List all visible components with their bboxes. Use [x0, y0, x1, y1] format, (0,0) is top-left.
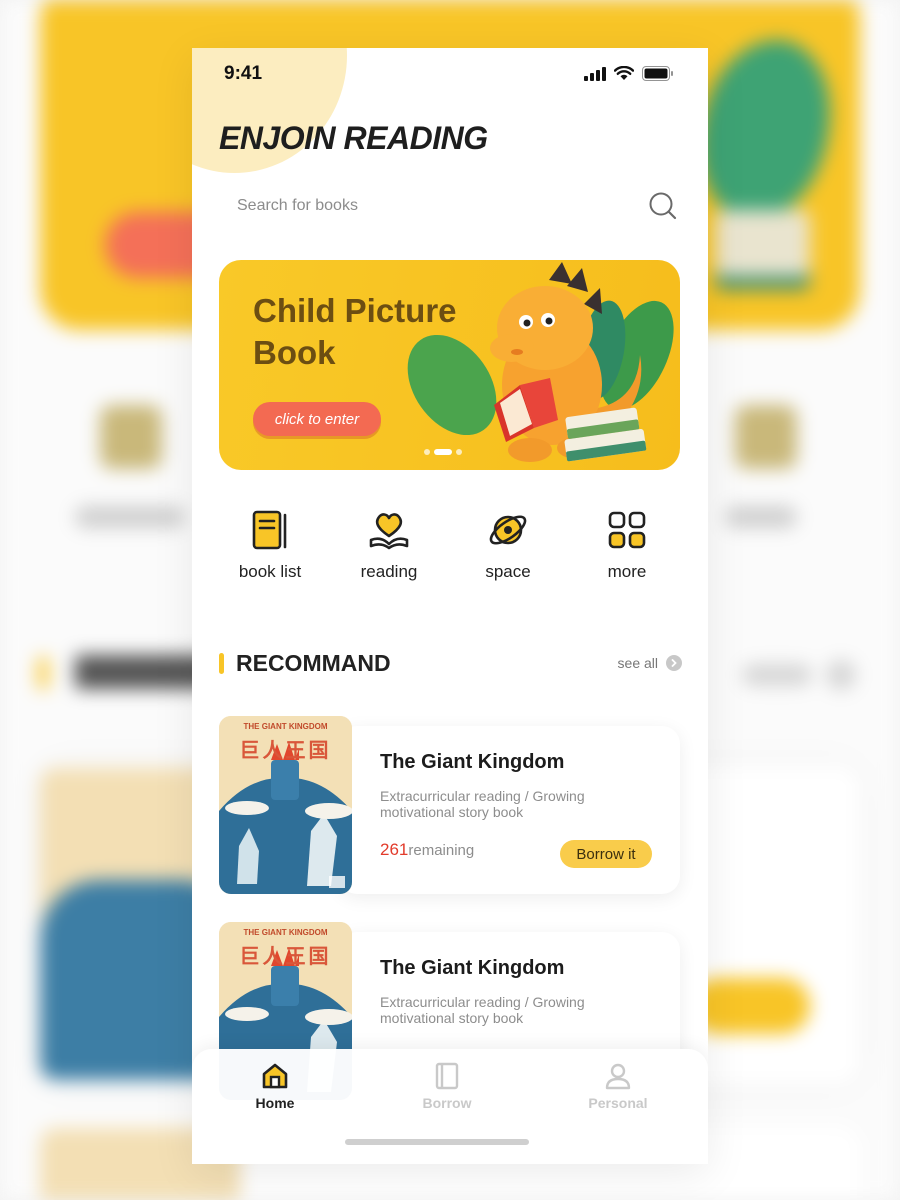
bg-books — [715, 210, 810, 290]
status-bar: 9:41 — [192, 48, 708, 100]
book-cover[interactable]: THE GIANT KINGDOM 巨人王国 — [219, 716, 352, 894]
cover-title: 巨人王国 — [239, 740, 332, 762]
signal-icon — [584, 66, 606, 81]
see-all-label: see all — [617, 655, 658, 671]
book-title: The Giant Kingdom — [380, 751, 565, 773]
book-description: Extracurricular reading / Growing motiva… — [380, 994, 585, 1026]
remaining-label: remaining — [408, 842, 475, 859]
nav-more[interactable]: more — [567, 508, 687, 582]
nav-space[interactable]: space — [448, 508, 568, 582]
person-icon — [605, 1063, 631, 1090]
quick-nav: book list reading space more — [192, 508, 708, 598]
nav-label: book list — [238, 562, 302, 581]
battery-icon — [642, 66, 673, 81]
bg-heading-bar — [38, 656, 48, 690]
book-title: The Giant Kingdom — [380, 957, 565, 979]
pagination-dot[interactable] — [456, 449, 462, 455]
remaining-count: 261 — [380, 840, 409, 859]
pagination-dot[interactable] — [424, 449, 430, 455]
bottom-tab-bar: Home Borrow Personal — [192, 1049, 708, 1164]
tab-label: Personal — [588, 1095, 648, 1111]
promo-banner[interactable]: Child Picture Book click to enter — [219, 260, 680, 470]
bg-see-all — [742, 664, 812, 686]
click-to-enter-button[interactable]: click to enter — [253, 402, 381, 436]
borrow-button[interactable]: Borrow it — [560, 840, 652, 868]
tab-label: Home — [255, 1095, 295, 1111]
stock-info: 261remaining — [380, 840, 474, 860]
phone-screen: 9:41 ENJOIN READING Search for books Chi… — [192, 48, 708, 1164]
heart-book-icon — [369, 513, 409, 550]
status-icons — [584, 66, 674, 81]
book-card[interactable]: THE GIANT KINGDOM 巨人王国 The Giant Kingdom… — [219, 716, 680, 894]
tab-home[interactable]: Home — [225, 1061, 325, 1111]
search-icon — [649, 192, 677, 220]
planet-icon — [489, 515, 527, 545]
nav-label: reading — [360, 562, 418, 581]
tab-personal[interactable]: Personal — [568, 1061, 668, 1111]
search-button[interactable] — [645, 188, 681, 224]
tab-label: Borrow — [422, 1095, 472, 1111]
search-bar — [219, 186, 681, 226]
book-list-icon — [252, 510, 287, 550]
section-accent-bar — [219, 653, 224, 674]
bg-pill — [690, 978, 810, 1034]
nav-reading[interactable]: reading — [329, 508, 449, 582]
status-time: 9:41 — [224, 63, 263, 84]
book-icon — [435, 1062, 459, 1090]
section-title: RECOMMAND — [236, 650, 391, 676]
banner-pagination — [424, 449, 462, 455]
search-input[interactable] — [219, 186, 619, 226]
nav-label: space — [485, 562, 531, 581]
pagination-dot-active[interactable] — [434, 449, 452, 455]
cover-tag: THE GIANT KINGDOM — [243, 928, 328, 937]
see-all-link[interactable]: see all — [618, 655, 682, 671]
nav-label: more — [607, 562, 647, 581]
book-description: Extracurricular reading / Growing motiva… — [380, 788, 585, 820]
bg-icon-label — [725, 506, 797, 528]
grid-icon — [608, 511, 646, 549]
cover-title: 巨人王国 — [239, 946, 332, 968]
chevron-right-icon — [666, 655, 682, 671]
home-indicator[interactable] — [345, 1139, 529, 1145]
app-title: ENJOIN READING — [219, 120, 488, 156]
home-icon — [262, 1063, 288, 1089]
cover-tag: THE GIANT KINGDOM — [243, 722, 328, 731]
bg-icon — [735, 405, 797, 469]
bg-icon-label — [75, 506, 185, 528]
bg-banner-text — [100, 20, 118, 102]
tab-borrow[interactable]: Borrow — [397, 1061, 497, 1111]
bg-see-all-dot — [826, 660, 856, 690]
nav-book-list[interactable]: book list — [210, 508, 330, 582]
bg-icon — [100, 405, 162, 469]
dinosaur-reading-illustration — [407, 262, 674, 462]
wifi-icon — [614, 66, 634, 80]
